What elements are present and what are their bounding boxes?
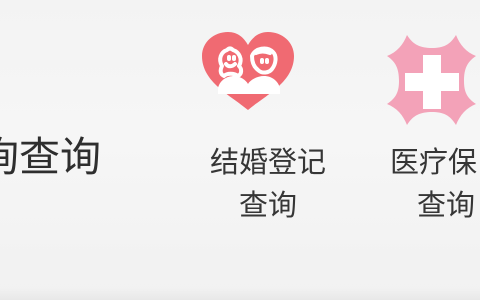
medical-query-title-line2: 查询	[417, 188, 476, 222]
marriage-query-title-line2: 查询	[238, 188, 297, 222]
medical-cross-icon	[368, 32, 480, 148]
medical-insurance-query-tile[interactable]: 医疗保 查询	[368, 32, 480, 221]
service-grid: 询查询 结婚登记 查询	[0, 0, 480, 300]
heart-couple-icon	[178, 32, 318, 114]
marriage-registration-query-tile[interactable]: 结婚登记 查询	[178, 32, 358, 221]
marriage-query-title-line1: 结婚登记	[209, 145, 326, 179]
bottom-divider	[0, 288, 480, 300]
left-service-label[interactable]: 询查询	[0, 137, 101, 178]
medical-query-title-line1: 医疗保	[390, 145, 478, 179]
